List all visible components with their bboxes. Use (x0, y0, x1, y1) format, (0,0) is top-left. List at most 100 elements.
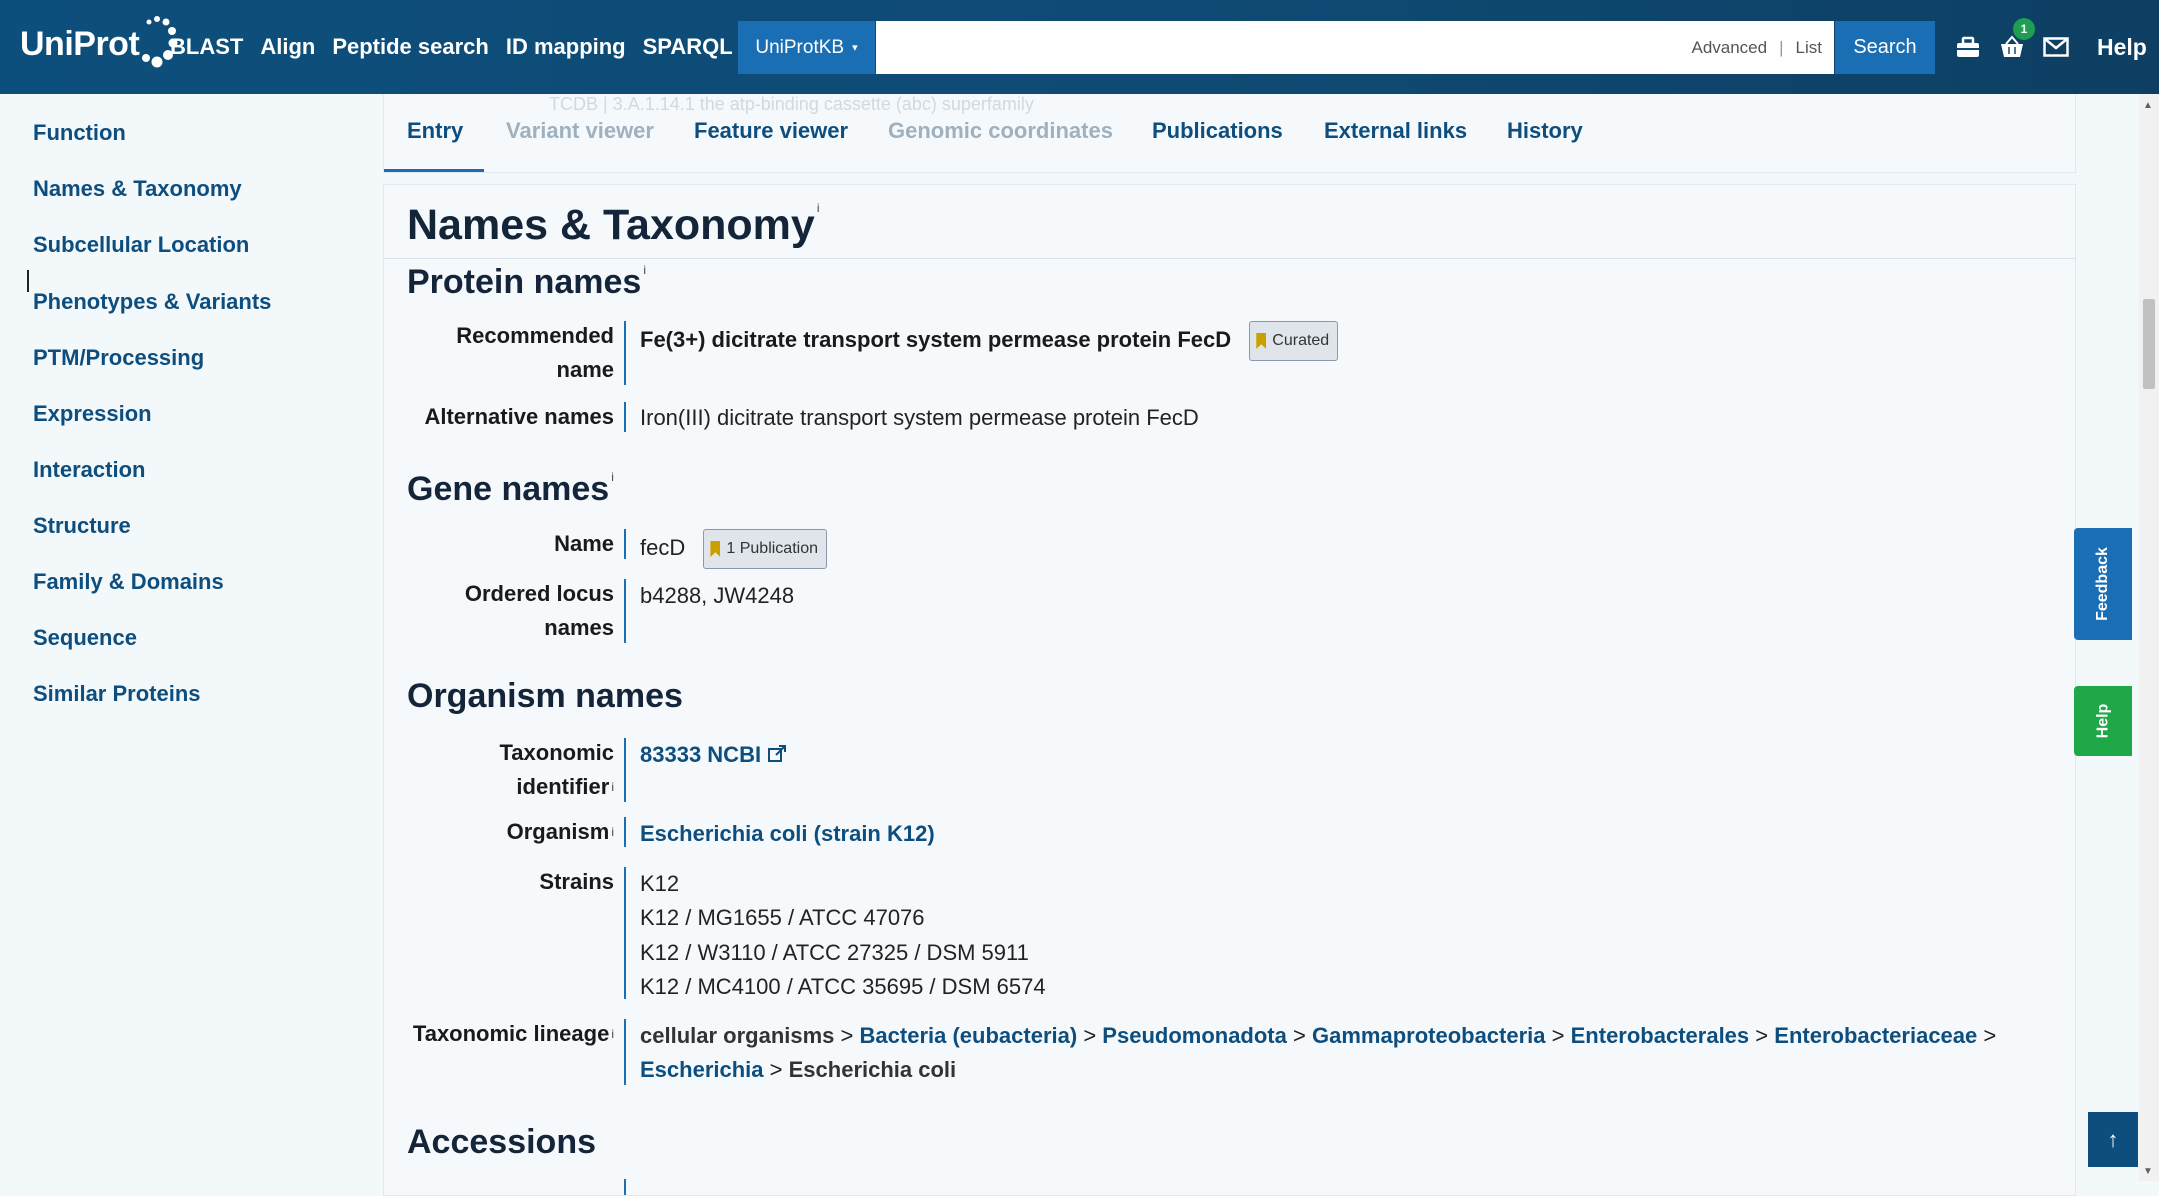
separator: | (1779, 37, 1784, 57)
sidebar-item-structure[interactable]: Structure (33, 513, 131, 539)
help-tab[interactable]: Help (2074, 686, 2132, 756)
search-input[interactable] (876, 21, 1664, 74)
protein-names-heading: Protein names i (407, 263, 646, 302)
lineage-line-2: Escherichia > Escherichia coli (640, 1053, 956, 1087)
field-bar (624, 529, 626, 559)
scroll-up-arrow-icon[interactable]: ▲ (2143, 100, 2153, 111)
strain-item: K12 (640, 871, 680, 896)
scrollbar-thumb[interactable] (2143, 299, 2155, 389)
tab-publications[interactable]: Publications (1152, 118, 1283, 144)
advanced-search-link[interactable]: Advanced (1691, 38, 1767, 58)
organism-names-heading: Organism names (407, 677, 683, 715)
field-bar (624, 867, 626, 999)
external-link-icon[interactable] (767, 744, 787, 764)
bookmark-flag-icon (710, 541, 721, 557)
sidebar-item-function[interactable]: Function (33, 120, 126, 146)
curated-badge-label: Curated (1272, 332, 1330, 349)
organism-label-text: Organism (506, 819, 610, 844)
lineage-link-enterobacteriaceae[interactable]: Enterobacteriaceae (1774, 1023, 1977, 1048)
sidebar-item-expression[interactable]: Expression (33, 401, 152, 427)
ordered-locus-value: b4288, JW4248 (640, 583, 795, 608)
lineage-line-1: cellular organisms > Bacteria (eubacteri… (640, 1019, 1996, 1053)
gene-names-heading-text: Gene names (407, 470, 610, 508)
tab-feature-viewer[interactable]: Feature viewer (694, 118, 848, 144)
sidebar-item-similar-proteins[interactable]: Similar Proteins (33, 681, 201, 707)
lineage-link-escherichia[interactable]: Escherichia (640, 1057, 764, 1082)
divider (384, 258, 2075, 259)
info-icon[interactable]: i (643, 263, 646, 277)
lineage-separator: > (1983, 1023, 1997, 1048)
sidebar-item-ptm-processing[interactable]: PTM/Processing (33, 345, 204, 371)
taxonomic-identifier-label: Taxonomic identifier i (404, 736, 614, 804)
caret-down-icon: ▾ (852, 42, 858, 54)
lineage-link-bacteria[interactable]: Bacteria (eubacteria) (860, 1023, 1078, 1048)
taxonomic-identifier-label-text: Taxonomic identifier (499, 740, 614, 799)
info-icon[interactable]: i (611, 470, 614, 484)
info-icon[interactable]: i (611, 780, 614, 794)
tab-entry[interactable]: Entry (407, 118, 463, 144)
basket-icon[interactable]: 1 (1999, 18, 2035, 60)
field-bar (624, 579, 626, 643)
sidebar-item-family-domains[interactable]: Family & Domains (33, 569, 224, 595)
section-title-text: Names & Taxonomy (407, 201, 815, 249)
curated-badge[interactable]: Curated (1249, 321, 1339, 361)
search-box: Advanced | List (876, 21, 1834, 74)
page-scrollbar[interactable]: ▲ ▼ (2139, 94, 2159, 1181)
strains-label: Strains (539, 869, 614, 894)
lineage-link-gammaproteobacteria[interactable]: Gammaproteobacteria (1312, 1023, 1546, 1048)
arrow-up-icon: ↑ (2107, 1126, 2119, 1152)
list-search-link[interactable]: List (1796, 38, 1822, 58)
field-bar (624, 402, 626, 432)
envelope-icon[interactable] (2043, 34, 2069, 60)
recommended-name-text: Fe(3+) dicitrate transport system permea… (640, 326, 1232, 352)
nav-peptide-search[interactable]: Peptide search (332, 34, 489, 60)
taxonomic-identifier-value: 83333 NCBI (640, 738, 787, 772)
field-bar (624, 321, 626, 385)
top-navigation-bar: UniProt BLAST Align Peptide search ID ma… (0, 0, 2159, 94)
gene-name-value: fecD 1 Publication (640, 529, 827, 569)
feedback-tab[interactable]: Feedback (2074, 528, 2132, 640)
nav-id-mapping[interactable]: ID mapping (506, 34, 626, 60)
lineage-link-enterobacterales[interactable]: Enterobacterales (1571, 1023, 1750, 1048)
sidebar-item-interaction[interactable]: Interaction (33, 457, 145, 483)
field-bar (624, 1179, 626, 1195)
ncbi-taxonomy-link[interactable]: 83333 NCBI (640, 742, 761, 767)
sidebar-item-phenotypes-variants[interactable]: Phenotypes & Variants (33, 289, 271, 315)
protein-names-heading-text: Protein names (407, 263, 642, 301)
strain-item: K12 / MG1655 / ATCC 47076 (640, 905, 925, 930)
strain-item: K12 / W3110 / ATCC 27325 / DSM 5911 (640, 940, 1029, 965)
uniprot-logo[interactable]: UniProt (20, 14, 181, 74)
main-nav: BLAST Align Peptide search ID mapping SP… (170, 0, 733, 94)
alternative-names-value: Iron(III) dicitrate transport system per… (640, 405, 1199, 430)
lineage-separator: > (769, 1057, 783, 1082)
nav-sparql[interactable]: SPARQL (643, 34, 733, 60)
organism-link[interactable]: Escherichia coli (strain K12) (640, 817, 935, 851)
nav-align[interactable]: Align (260, 34, 315, 60)
tab-genomic-coordinates[interactable]: Genomic coordinates (888, 118, 1113, 144)
alternative-names-label: Alternative names (424, 404, 614, 429)
info-icon[interactable]: i (817, 201, 820, 215)
publication-badge[interactable]: 1 Publication (703, 529, 827, 569)
publication-badge-label: 1 Publication (726, 540, 818, 557)
lineage-separator: > (1755, 1023, 1769, 1048)
back-to-top-button[interactable]: ↑ (2088, 1112, 2138, 1167)
info-icon[interactable]: i (611, 825, 614, 839)
lineage-link-pseudomonadota[interactable]: Pseudomonadota (1102, 1023, 1287, 1048)
sidebar-item-names-taxonomy[interactable]: Names & Taxonomy (33, 176, 242, 202)
tools-icon[interactable] (1955, 34, 1981, 60)
ordered-locus-label: Ordered locus names (464, 581, 614, 640)
sidebar-item-sequence[interactable]: Sequence (33, 625, 137, 651)
tab-history[interactable]: History (1507, 118, 1583, 144)
tab-variant-viewer[interactable]: Variant viewer (506, 118, 654, 144)
tab-external-links[interactable]: External links (1324, 118, 1467, 144)
search-button[interactable]: Search (1835, 21, 1935, 74)
help-link[interactable]: Help (2097, 34, 2147, 61)
info-icon[interactable]: i (611, 1027, 614, 1041)
sidebar-item-subcellular-location[interactable]: Subcellular Location (33, 232, 249, 258)
scroll-down-arrow-icon[interactable]: ▼ (2143, 1166, 2153, 1177)
field-bar (624, 738, 626, 802)
text-cursor (27, 270, 29, 292)
nav-blast[interactable]: BLAST (170, 34, 243, 60)
database-selector[interactable]: UniProtKB ▾ (738, 21, 875, 74)
strain-item: K12 / MC4100 / ATCC 35695 / DSM 6574 (640, 974, 1046, 999)
